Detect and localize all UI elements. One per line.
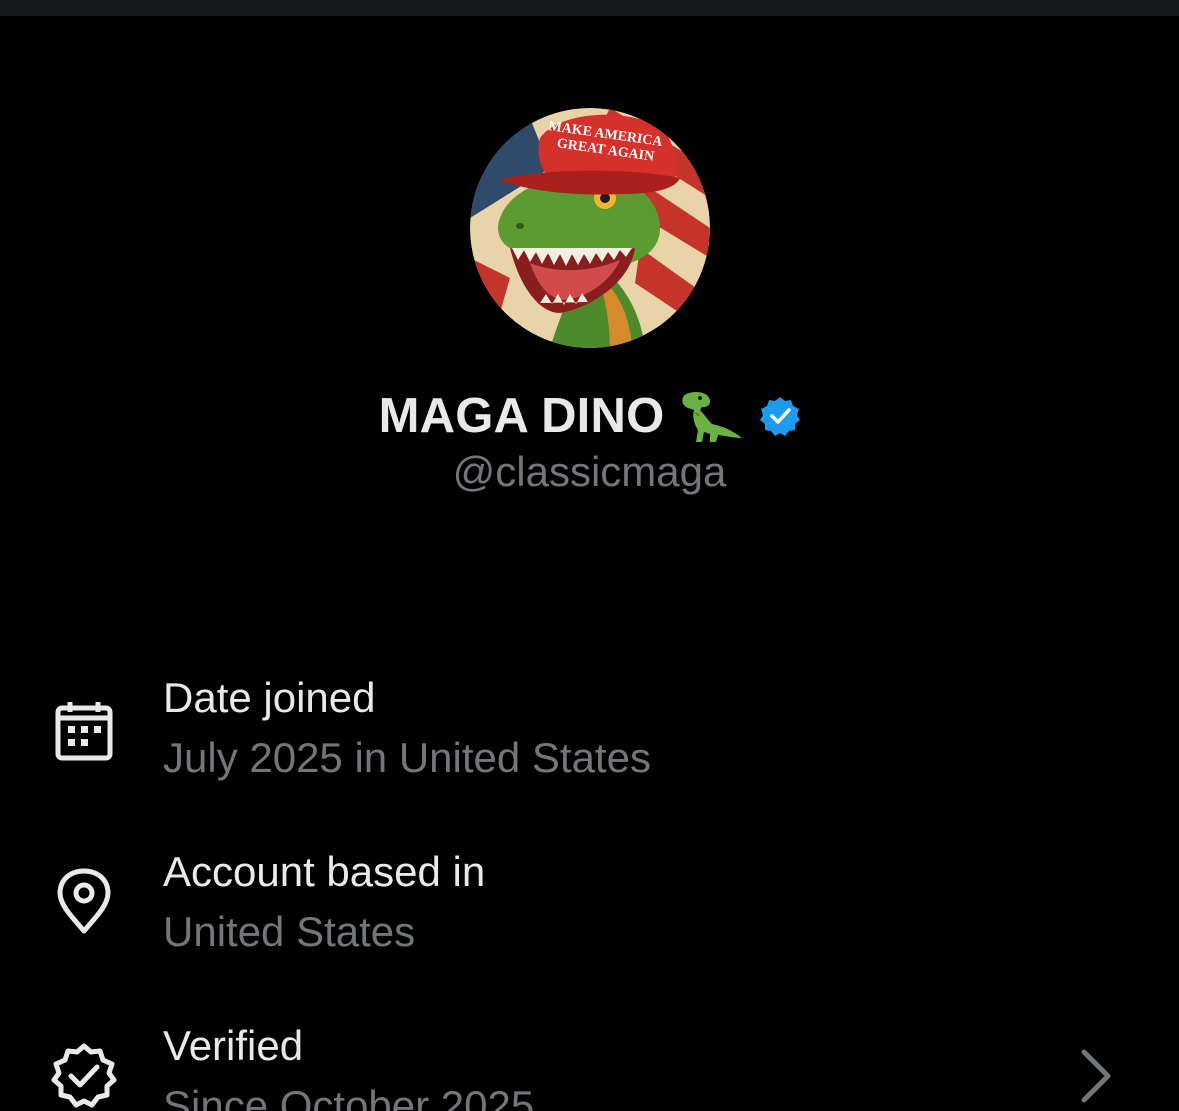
location-pin-icon [50,867,118,935]
account-based-value: United States [163,908,416,955]
info-row-date-joined: Date joined July 2025 in United States [0,670,1179,810]
calendar-icon [50,698,118,766]
verified-badge-icon[interactable] [760,396,801,436]
verified-value: Since October 2025 [163,1082,535,1111]
chevron-right-icon[interactable] [1072,1046,1120,1106]
info-row-verified[interactable]: Verified Since October 2025 [0,1020,1179,1111]
display-name-row: MAGA DINO [0,384,1179,448]
profile-about-screen: MAKE AMERICA GREAT AGAIN MAGA DINO @clas… [0,0,1179,1111]
profile-avatar[interactable]: MAKE AMERICA GREAT AGAIN [470,108,710,348]
profile-handle: @classicmaga [452,448,727,495]
status-bar-strip [0,0,1179,16]
t-rex-emoji-icon [678,390,746,442]
date-joined-value: July 2025 in United States [163,734,651,781]
verified-title: Verified [163,1022,304,1069]
verified-check-icon [50,1042,118,1110]
date-joined-title: Date joined [163,674,376,721]
account-based-title: Account based in [163,848,486,895]
dinosaur-avatar-image: MAKE AMERICA GREAT AGAIN [470,108,710,348]
info-row-account-based: Account based in United States [0,845,1179,985]
display-name: MAGA DINO [378,389,665,443]
